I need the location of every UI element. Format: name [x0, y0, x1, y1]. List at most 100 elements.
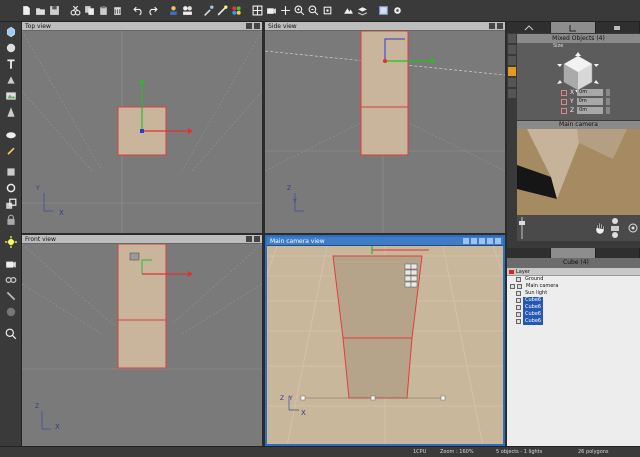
tree-item-cube[interactable]: Cube6	[507, 304, 640, 311]
grid-icon[interactable]	[251, 4, 264, 18]
size-icon[interactable]	[508, 67, 516, 76]
material-icon[interactable]	[508, 89, 516, 98]
save-file-icon[interactable]	[48, 4, 61, 18]
scale-icon[interactable]	[508, 45, 516, 54]
tab-scene[interactable]	[507, 248, 552, 258]
hand-pan-icon[interactable]	[595, 222, 605, 234]
sphere-tool-icon[interactable]	[4, 41, 18, 55]
link-tool-icon[interactable]	[4, 273, 18, 287]
front-viewport[interactable]: Front view Z X	[22, 235, 262, 446]
open-file-icon[interactable]	[34, 4, 47, 18]
viewport-controls[interactable]	[463, 238, 501, 244]
pan-icon[interactable]	[479, 238, 485, 244]
viewport-controls[interactable]	[246, 236, 260, 242]
size-z-input[interactable]: 0m	[577, 107, 604, 114]
settings-icon[interactable]	[391, 4, 404, 18]
delete-icon[interactable]	[111, 4, 124, 18]
tab-objects[interactable]	[551, 248, 596, 258]
morph-tool-icon[interactable]	[4, 305, 18, 319]
side-viewport[interactable]: Side view Z Y	[265, 22, 505, 233]
size-z-lock[interactable]	[561, 107, 567, 114]
close-icon[interactable]	[495, 238, 501, 244]
camera-dolly-icon[interactable]	[607, 217, 623, 239]
scene-selector-bar[interactable]: Cube (4)	[507, 258, 640, 268]
tree-item-sun[interactable]: Sun light	[507, 290, 640, 297]
scene-selector[interactable]: Cube (4)	[563, 258, 589, 268]
zoom-out-icon[interactable]	[307, 4, 320, 18]
cone-tool-icon[interactable]	[4, 105, 18, 119]
brush-tool-icon[interactable]	[4, 143, 18, 157]
camera-preview[interactable]	[517, 129, 640, 215]
copy-icon[interactable]	[83, 4, 96, 18]
people-icon[interactable]	[167, 4, 180, 18]
magic-wand-icon[interactable]	[216, 4, 229, 18]
tab-materials[interactable]	[507, 22, 552, 33]
close-icon[interactable]	[254, 236, 260, 242]
image-tool-icon[interactable]	[4, 89, 18, 103]
size-gizmo-icon[interactable]	[557, 52, 599, 94]
minimize-icon[interactable]	[246, 23, 252, 29]
people-2-icon[interactable]	[181, 4, 194, 18]
orbit-icon[interactable]	[471, 238, 477, 244]
tab-object[interactable]	[551, 22, 596, 33]
tree-item-cube[interactable]: Cube6	[507, 318, 640, 325]
undo-icon[interactable]	[132, 4, 145, 18]
preview-icon[interactable]	[377, 4, 390, 18]
paste-icon[interactable]	[97, 4, 110, 18]
size-y-lock[interactable]	[561, 98, 567, 105]
size-z-spinner[interactable]	[606, 107, 611, 114]
zoom-in-icon[interactable]	[293, 4, 306, 18]
tab-render[interactable]	[596, 22, 640, 33]
rotate-tool-icon[interactable]	[4, 181, 18, 195]
size-x-spinner[interactable]	[606, 89, 611, 96]
cloud-tool-icon[interactable]	[4, 127, 18, 141]
paint-icon[interactable]	[508, 78, 516, 87]
camera-zoom-slider[interactable]	[519, 217, 525, 239]
close-icon[interactable]	[254, 23, 260, 29]
size-x-input[interactable]: 0m	[577, 89, 604, 96]
orbit-icon[interactable]	[627, 222, 639, 234]
tree-item-cube[interactable]: Cube6	[507, 311, 640, 318]
size-y-spinner[interactable]	[605, 98, 610, 105]
fit-icon[interactable]	[487, 238, 493, 244]
viewport-controls[interactable]	[489, 23, 503, 29]
minimize-icon[interactable]	[489, 23, 495, 29]
cube-tool-icon[interactable]	[4, 25, 18, 39]
tree-item-ground[interactable]: Ground	[507, 276, 640, 283]
render-icon[interactable]	[342, 4, 355, 18]
minimize-icon[interactable]	[246, 236, 252, 242]
move-tool-icon[interactable]	[4, 165, 18, 179]
bone-tool-icon[interactable]	[4, 289, 18, 303]
viewport-controls[interactable]	[246, 23, 260, 29]
light-tool-icon[interactable]	[4, 235, 18, 249]
tree-item-camera[interactable]: Main camera	[507, 283, 640, 290]
palette-icon[interactable]	[230, 4, 243, 18]
cut-icon[interactable]	[69, 4, 82, 18]
layer-row[interactable]: Layer	[507, 268, 640, 276]
zoom-icon[interactable]	[463, 238, 469, 244]
camera-icon[interactable]	[265, 4, 278, 18]
paint-icon[interactable]	[202, 4, 215, 18]
close-icon[interactable]	[497, 23, 503, 29]
rotate-icon[interactable]	[508, 56, 516, 65]
shape-tool-icon[interactable]	[4, 73, 18, 87]
fit-icon[interactable]	[321, 4, 334, 18]
expand-icon[interactable]	[510, 284, 515, 289]
pan-icon[interactable]	[279, 4, 292, 18]
top-viewport[interactable]: Top view Y X	[22, 22, 262, 233]
new-file-icon[interactable]	[20, 4, 33, 18]
redo-icon[interactable]	[146, 4, 159, 18]
search-tool-icon[interactable]	[4, 327, 18, 341]
camera-tool-icon[interactable]	[4, 257, 18, 271]
scale-tool-icon[interactable]	[4, 197, 18, 211]
transform-icon[interactable]	[508, 34, 516, 43]
camera-viewport[interactable]: Main camera view Z Y X	[265, 235, 505, 446]
text-tool-icon[interactable]	[4, 57, 18, 71]
lock-tool-icon[interactable]	[4, 213, 18, 227]
size-label: Size	[553, 43, 564, 49]
size-y-input[interactable]: 0m	[576, 98, 603, 105]
size-x-lock[interactable]	[561, 89, 567, 96]
tree-item-cube[interactable]: Cube6	[507, 297, 640, 304]
tab-library[interactable]	[596, 248, 640, 258]
layers-icon[interactable]	[356, 4, 369, 18]
